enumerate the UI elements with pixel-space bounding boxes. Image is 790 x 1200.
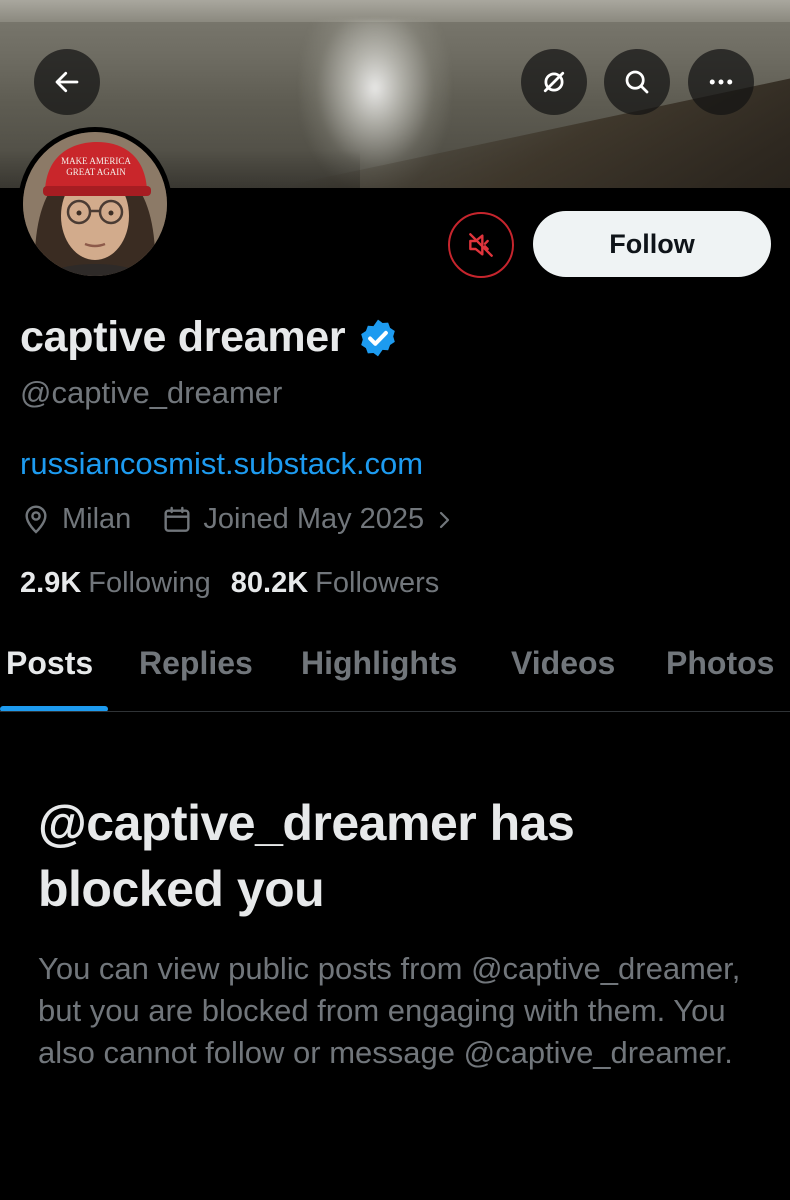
banner-horizon	[0, 0, 790, 22]
tab-posts[interactable]: Posts	[6, 645, 93, 682]
location: Milan	[20, 503, 131, 536]
search-button[interactable]	[604, 49, 670, 115]
handle: @captive_dreamer	[20, 375, 283, 410]
tab-photos[interactable]: Photos	[666, 645, 774, 682]
blocked-title: @captive_dreamer has blocked you	[38, 795, 575, 917]
joined-date[interactable]: Joined May 2025	[161, 503, 456, 536]
chevron-right-icon	[440, 511, 450, 528]
avatar-image: MAKE AMERICA GREAT AGAIN	[23, 132, 167, 276]
tab-replies[interactable]: Replies	[139, 645, 253, 682]
verified-badge-icon[interactable]	[357, 317, 399, 359]
followers-link[interactable]: 80.2K Followers	[231, 567, 439, 600]
profile-tabs: Posts Replies Highlights Videos Photos	[0, 645, 790, 712]
followers-label: Followers	[315, 567, 440, 599]
tab-videos[interactable]: Videos	[511, 645, 615, 682]
tab-divider	[0, 711, 790, 712]
display-name-row: captive dreamer	[20, 313, 399, 362]
follow-button[interactable]: Follow	[533, 211, 771, 277]
more-button[interactable]	[688, 49, 754, 115]
avatar[interactable]: MAKE AMERICA GREAT AGAIN	[18, 127, 172, 281]
location-pin-icon	[25, 504, 47, 534]
no-sync-icon	[543, 71, 565, 93]
display-name: captive dreamer	[20, 313, 346, 361]
back-button[interactable]	[34, 49, 100, 115]
tab-highlights[interactable]: Highlights	[301, 645, 457, 682]
follow-stats: 2.9K Following 80.2K Followers	[20, 567, 439, 600]
no-sync-button[interactable]	[521, 49, 587, 115]
following-count: 2.9K	[20, 567, 82, 599]
muted-speaker-icon	[469, 233, 493, 257]
website-link[interactable]: russiancosmist.substack.com	[20, 446, 423, 482]
svg-text:GREAT AGAIN: GREAT AGAIN	[66, 167, 126, 177]
location-text: Milan	[62, 503, 132, 535]
more-icon	[709, 79, 733, 85]
following-label: Following	[88, 567, 211, 599]
followers-count: 80.2K	[230, 567, 309, 599]
search-icon	[625, 70, 649, 94]
arrow-left-icon	[55, 71, 79, 93]
svg-text:MAKE AMERICA: MAKE AMERICA	[61, 156, 131, 166]
joined-text: Joined May 2025	[203, 503, 425, 535]
unmute-button[interactable]	[448, 212, 514, 278]
following-link[interactable]: 2.9K Following	[20, 567, 211, 600]
calendar-icon	[164, 506, 190, 532]
profile-meta: Milan Joined May 2025	[20, 503, 456, 536]
blocked-description: You can view public posts from @captive_…	[38, 951, 741, 1070]
